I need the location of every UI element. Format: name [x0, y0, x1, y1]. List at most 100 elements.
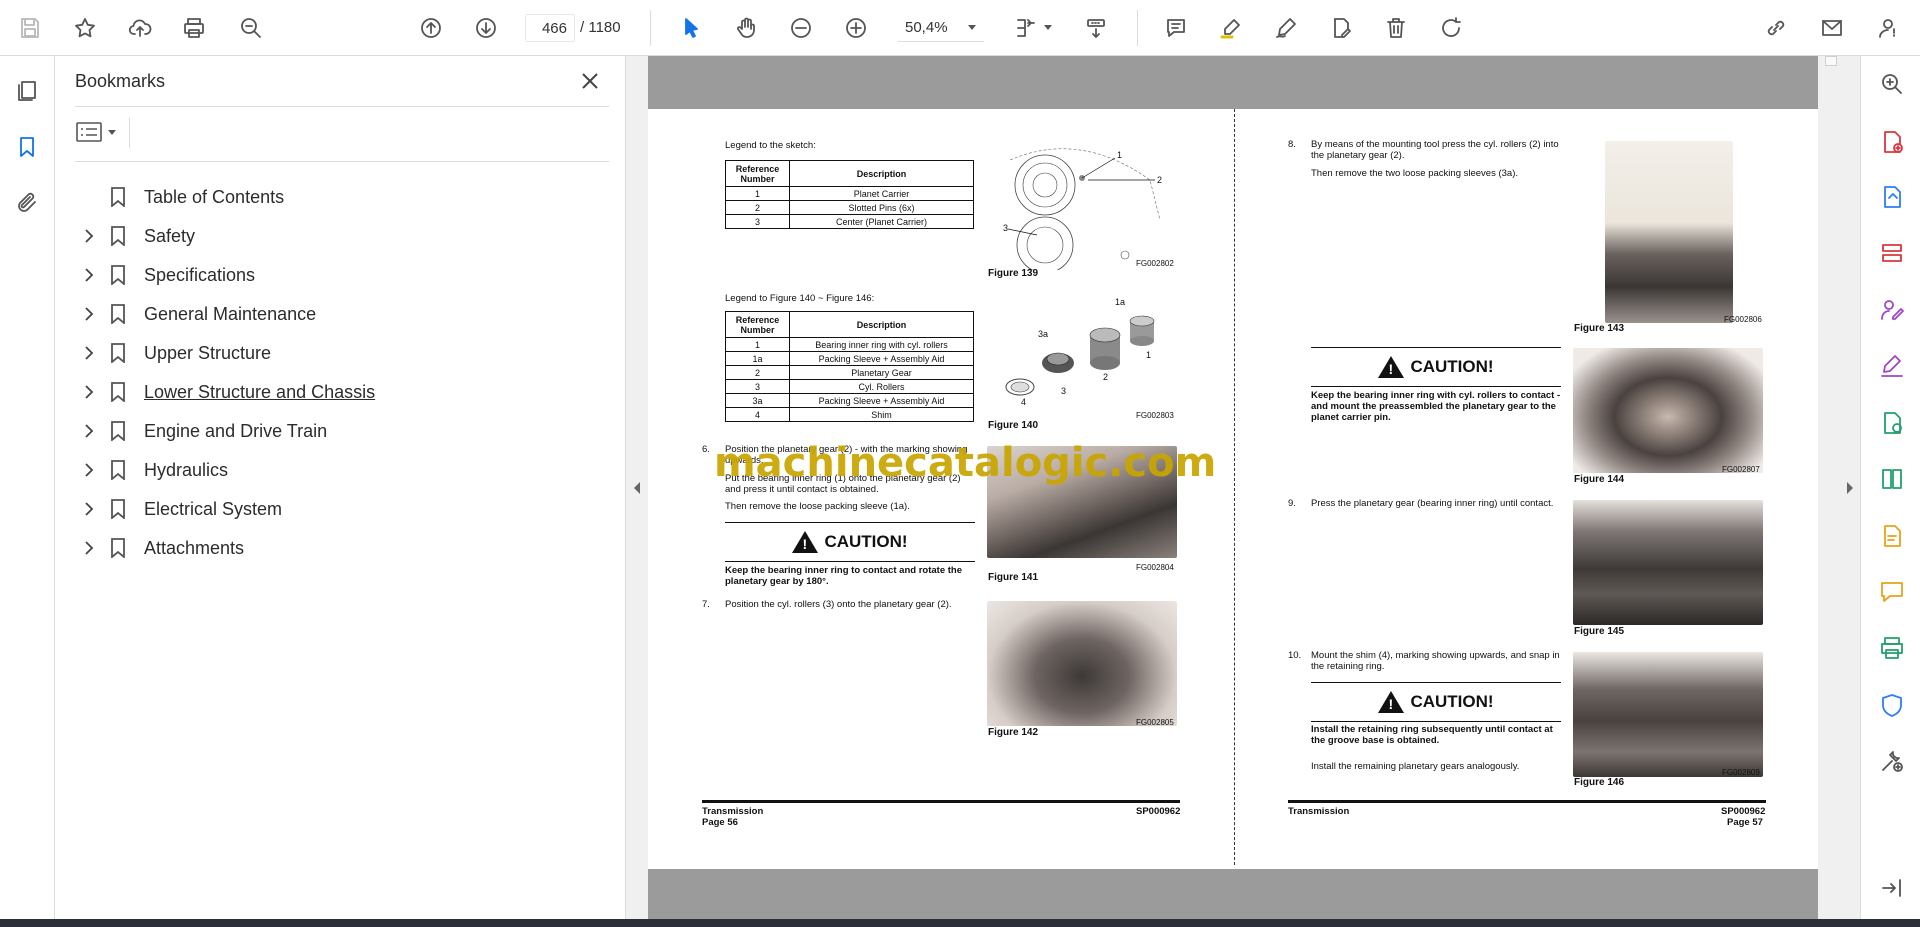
vertical-scrollbar[interactable]: [1824, 56, 1838, 919]
delete-icon[interactable]: [1380, 12, 1412, 44]
edit-text-icon[interactable]: [1325, 12, 1357, 44]
scroll-mode-icon[interactable]: [1080, 12, 1112, 44]
bookmark-item-upper-structure[interactable]: Upper Structure: [74, 338, 604, 368]
figure-code: FG002805: [1136, 718, 1174, 727]
more-tools-icon[interactable]: [1878, 747, 1906, 775]
hand-icon[interactable]: [730, 12, 762, 44]
table-row: 3 Cyl. Rollers: [725, 379, 974, 394]
zoom-in-icon[interactable]: [840, 12, 872, 44]
table-cell: Planetary Gear: [789, 365, 974, 380]
chevron-right-icon[interactable]: [78, 498, 100, 520]
footer-page: Page 56: [702, 817, 738, 828]
bookmark-item-electrical-system[interactable]: Electrical System: [74, 494, 604, 524]
chevron-right-icon[interactable]: [78, 381, 100, 403]
protect-icon[interactable]: [1878, 691, 1906, 719]
star-icon[interactable]: [69, 12, 101, 44]
page-up-icon[interactable]: [415, 12, 447, 44]
figure-143-photo: [1605, 141, 1733, 323]
bookmark-item-specifications[interactable]: Specifications: [74, 260, 604, 290]
figure-caption: Figure 144: [1574, 474, 1625, 485]
table-header: Description: [789, 160, 974, 187]
warning-icon: !: [792, 531, 819, 553]
print-icon[interactable]: [178, 12, 210, 44]
chevron-right-icon[interactable]: [78, 420, 100, 442]
figure-caption: Figure 141: [988, 572, 1039, 583]
collapse-panel-icon[interactable]: [1878, 874, 1906, 902]
table-row: 4 Shim: [725, 407, 974, 422]
bookmark-item-general-maintenance[interactable]: General Maintenance: [74, 299, 604, 329]
comment-tool-icon[interactable]: [1878, 578, 1906, 606]
bookmark-item-engine-drive-train[interactable]: Engine and Drive Train: [74, 416, 604, 446]
chevron-down-icon[interactable]: [1044, 25, 1052, 30]
part-label: 2: [1103, 372, 1108, 382]
print-production-icon[interactable]: [1878, 634, 1906, 662]
footer-page: Page 57: [1727, 817, 1763, 828]
step-number: 9.: [1288, 498, 1296, 509]
edit-pdf-icon[interactable]: [1878, 522, 1906, 550]
email-icon[interactable]: [1816, 12, 1848, 44]
page-down-icon[interactable]: [470, 12, 502, 44]
table-row: 1 Planet Carrier: [725, 186, 974, 201]
page-gutter: [1234, 109, 1235, 865]
table-header: Reference Number: [725, 311, 790, 338]
attachment-icon[interactable]: [12, 188, 42, 218]
figure-caption: Figure 142: [988, 727, 1039, 738]
request-signatures-icon[interactable]: [1878, 296, 1906, 324]
rotate-icon[interactable]: [1435, 12, 1467, 44]
step-number: 6.: [702, 444, 710, 455]
caution-banner: ! CAUTION!: [1311, 682, 1561, 722]
fill-sign-icon[interactable]: [1878, 352, 1906, 380]
upload-icon[interactable]: [124, 12, 156, 44]
send-for-comments-icon[interactable]: [1878, 409, 1906, 437]
sign-icon[interactable]: [1270, 12, 1302, 44]
share-link-icon[interactable]: [1760, 12, 1792, 44]
bookmark-item-safety[interactable]: Safety: [74, 221, 604, 251]
zoom-icon[interactable]: [1878, 70, 1906, 98]
bookmark-icon: [110, 381, 128, 403]
collapse-right-arrow-icon[interactable]: [1845, 481, 1859, 495]
close-icon[interactable]: [577, 68, 603, 94]
page-number-input[interactable]: 466: [525, 14, 575, 42]
bookmark-item-lower-structure[interactable]: Lower Structure and Chassis: [74, 377, 604, 407]
parts-exploded-sketch: 1a 3a 1 2 3 4: [1005, 297, 1155, 405]
bookmark-item-attachments[interactable]: Attachments: [74, 533, 604, 563]
fit-page-icon[interactable]: [1010, 12, 1042, 44]
bookmark-item-hydraulics[interactable]: Hydraulics: [74, 455, 604, 485]
export-pdf-icon[interactable]: [1878, 183, 1906, 211]
bookmark-icon[interactable]: [12, 132, 42, 162]
pages-icon[interactable]: [12, 76, 42, 106]
save-icon[interactable]: [14, 12, 46, 44]
account-icon[interactable]: [1873, 12, 1905, 44]
zoom-out-icon[interactable]: [785, 12, 817, 44]
step-text: Mount the shim (4), marking showing upwa…: [1311, 650, 1560, 661]
figure-caption: Figure 145: [1574, 626, 1625, 637]
table-header: Reference Number: [725, 160, 790, 187]
comment-icon[interactable]: [1160, 12, 1192, 44]
zoom-search-icon[interactable]: [235, 12, 267, 44]
table-row: 1a Packing Sleeve + Assembly Aid: [725, 351, 974, 366]
collapse-left-arrow-icon[interactable]: [632, 481, 646, 495]
organize-pages-icon[interactable]: [1878, 240, 1906, 268]
chevron-right-icon[interactable]: [78, 225, 100, 247]
step-text: the planetary gear (2).: [1311, 150, 1405, 161]
chevron-right-icon[interactable]: [78, 342, 100, 364]
chevron-right-icon[interactable]: [78, 303, 100, 325]
highlight-icon[interactable]: [1215, 12, 1247, 44]
table-cell: 2: [725, 200, 790, 215]
chevron-right-icon[interactable]: [78, 459, 100, 481]
create-pdf-icon[interactable]: [1878, 128, 1906, 156]
figure-144-photo: [1573, 348, 1763, 473]
select-cursor-icon[interactable]: [675, 12, 707, 44]
table-cell: 2: [725, 365, 790, 380]
bookmark-item-table-of-contents[interactable]: Table of Contents: [74, 182, 604, 212]
watermark: machinecatalogic.com: [714, 440, 1217, 486]
zoom-level-select[interactable]: 50,4%: [898, 14, 984, 42]
chevron-right-icon[interactable]: [78, 264, 100, 286]
caution-title: CAUTION!: [1410, 357, 1494, 376]
bookmark-options-button[interactable]: [75, 118, 119, 146]
scrollbar-thumb[interactable]: [1825, 56, 1837, 66]
compare-files-icon[interactable]: [1878, 465, 1906, 493]
figure-caption: Figure 143: [1574, 323, 1625, 334]
table-cell: 4: [725, 407, 790, 422]
chevron-right-icon[interactable]: [78, 537, 100, 559]
